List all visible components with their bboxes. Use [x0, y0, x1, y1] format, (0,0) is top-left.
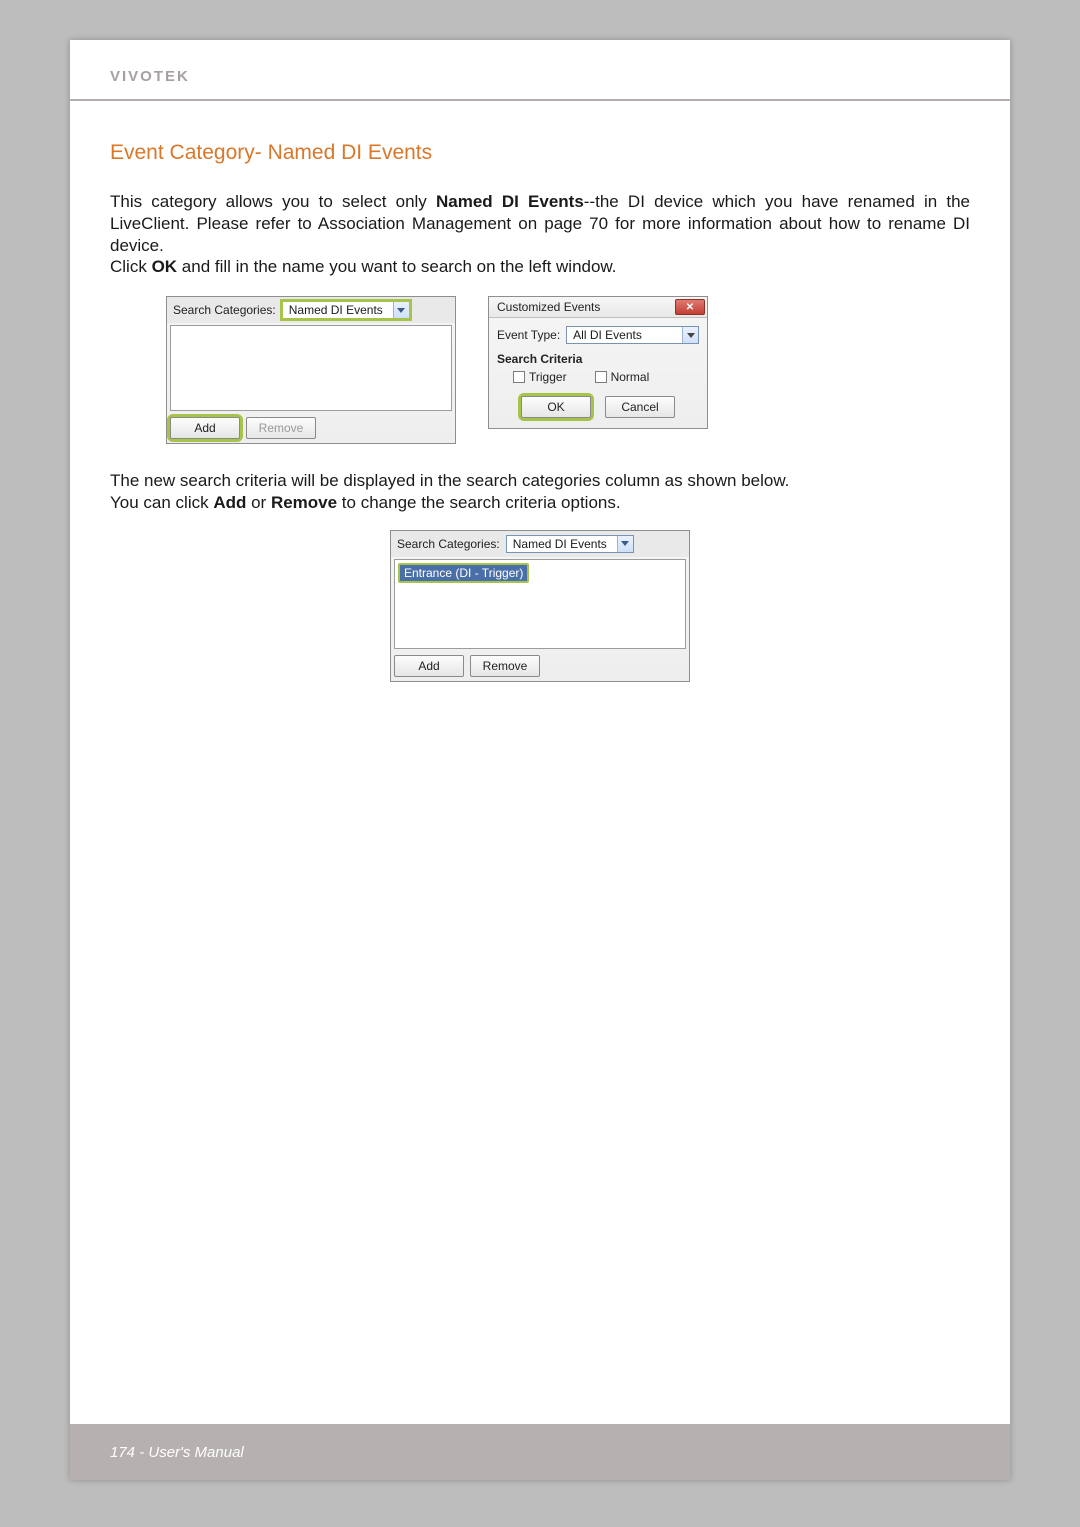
paragraph: The new search criteria will be displaye…	[110, 470, 970, 492]
search-categories-label: Search Categories:	[397, 537, 500, 551]
checkbox-box	[595, 371, 607, 383]
search-categories-combo[interactable]: Named DI Events	[282, 301, 410, 319]
search-categories-list[interactable]: Entrance (DI - Trigger)	[394, 559, 686, 649]
combo-text: Named DI Events	[507, 536, 617, 552]
ok-button[interactable]: OK	[521, 396, 591, 418]
checkbox-row: Trigger Normal	[497, 370, 699, 384]
text: and fill in the name you want to search …	[177, 257, 616, 276]
search-categories-footer: Add Remove	[391, 653, 689, 681]
close-icon[interactable]: ✕	[675, 299, 705, 315]
search-categories-panel: Search Categories: Named DI Events Add R…	[166, 296, 456, 444]
list-item[interactable]: Entrance (DI - Trigger)	[398, 563, 529, 583]
search-categories-header: Search Categories: Named DI Events	[167, 297, 455, 323]
search-categories-header: Search Categories: Named DI Events	[391, 531, 689, 557]
search-categories-list[interactable]	[170, 325, 452, 411]
remove-button: Remove	[246, 417, 316, 439]
add-button[interactable]: Add	[394, 655, 464, 677]
manual-page: VIVOTEK Event Category- Named DI Events …	[70, 40, 1010, 1480]
text: or	[246, 493, 271, 512]
footer-text: 174 - User's Manual	[110, 1444, 244, 1461]
checkbox-label: Trigger	[529, 370, 567, 384]
search-categories-label: Search Categories:	[173, 303, 276, 317]
paragraph: This category allows you to select only …	[110, 191, 970, 256]
text: You can click	[110, 493, 213, 512]
text-bold: Remove	[271, 493, 337, 512]
text-bold: OK	[152, 257, 178, 276]
page-header: VIVOTEK	[70, 40, 1010, 93]
event-type-row: Event Type: All DI Events	[497, 326, 699, 344]
normal-checkbox[interactable]: Normal	[595, 370, 650, 384]
event-type-combo[interactable]: All DI Events	[566, 326, 699, 344]
remove-button[interactable]: Remove	[470, 655, 540, 677]
section-title: Event Category- Named DI Events	[110, 141, 970, 165]
chevron-down-icon[interactable]	[682, 327, 698, 343]
checkbox-label: Normal	[611, 370, 650, 384]
highlight: Add	[170, 417, 240, 439]
search-criteria-label: Search Criteria	[497, 352, 699, 366]
screenshot-row-2: Search Categories: Named DI Events Entra…	[110, 530, 970, 682]
page-footer: 174 - User's Manual	[70, 1424, 1010, 1480]
search-categories-combo[interactable]: Named DI Events	[506, 535, 634, 553]
search-categories-footer: Add Remove	[167, 415, 455, 443]
search-categories-panel-2: Search Categories: Named DI Events Entra…	[390, 530, 690, 682]
combo-text: All DI Events	[567, 327, 682, 343]
event-type-label: Event Type:	[497, 328, 560, 342]
page-content: Event Category- Named DI Events This cat…	[70, 101, 1010, 682]
combo-text: Named DI Events	[283, 302, 393, 318]
text: Click	[110, 257, 152, 276]
dialog-titlebar: Customized Events ✕	[489, 297, 707, 318]
text-bold: Named DI Events	[436, 192, 584, 211]
chevron-down-icon[interactable]	[617, 536, 633, 552]
dialog-buttons: OK Cancel	[497, 396, 699, 418]
paragraph: You can click Add or Remove to change th…	[110, 492, 970, 514]
highlight: OK	[521, 396, 591, 418]
brand: VIVOTEK	[110, 68, 970, 85]
screenshot-row-1: Search Categories: Named DI Events Add R…	[166, 296, 970, 444]
checkbox-box	[513, 371, 525, 383]
customized-events-dialog: Customized Events ✕ Event Type: All DI E…	[488, 296, 708, 429]
trigger-checkbox[interactable]: Trigger	[513, 370, 567, 384]
text-bold: Add	[213, 493, 246, 512]
paragraph: Click OK and fill in the name you want t…	[110, 256, 970, 278]
chevron-down-icon[interactable]	[393, 302, 409, 318]
add-button[interactable]: Add	[170, 417, 240, 439]
text: This category allows you to select only	[110, 192, 436, 211]
cancel-button[interactable]: Cancel	[605, 396, 675, 418]
text: to change the search criteria options.	[337, 493, 621, 512]
dialog-title: Customized Events	[497, 300, 675, 314]
dialog-body: Event Type: All DI Events Search Criteri…	[489, 318, 707, 428]
